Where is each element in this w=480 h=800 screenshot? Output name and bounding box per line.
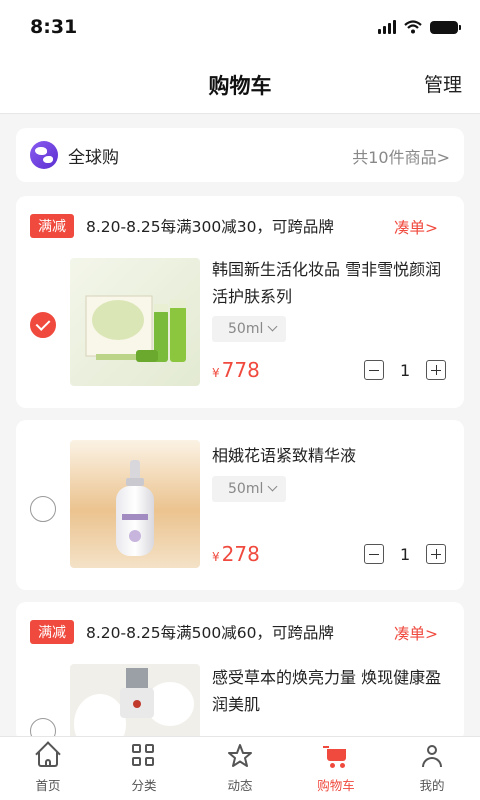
global-purchase-label: 全球购 — [68, 148, 119, 168]
decrease-button[interactable] — [364, 360, 384, 380]
page-title: 购物车 — [208, 74, 272, 98]
product-image[interactable] — [70, 664, 200, 742]
global-purchase-card[interactable]: 全球购 共10件商品> — [16, 128, 464, 182]
cart-item: 韩国新生活化妆品 雪非雪悦颜润活护肤系列 50ml ¥778 1 — [16, 258, 464, 388]
spec-selector[interactable]: 50ml — [212, 476, 287, 502]
tab-profile[interactable]: 我的 — [384, 737, 480, 800]
currency-symbol: ¥ — [212, 550, 220, 564]
cart-group: 满减 8.20-8.25每满500减60，可跨品牌 凑单> 感受草本的焕亮力量 … — [16, 602, 464, 742]
nav-bar: 购物车 管理 — [0, 56, 480, 114]
signal-icon — [378, 20, 396, 34]
wifi-icon — [404, 20, 422, 34]
promo-text: 8.20-8.25每满500减60，可跨品牌 — [86, 624, 334, 642]
tab-label: 分类 — [131, 778, 157, 793]
status-bar: 8:31 — [0, 0, 480, 56]
status-icons — [378, 20, 461, 34]
product-price: ¥778 — [212, 358, 260, 382]
promo-text: 8.20-8.25每满300减30，可跨品牌 — [86, 218, 334, 236]
chevron-down-icon — [267, 321, 278, 332]
quantity-stepper: 1 — [364, 544, 446, 564]
category-icon — [131, 743, 157, 769]
cart-icon — [323, 743, 349, 769]
increase-button[interactable] — [426, 360, 446, 380]
manage-button[interactable]: 管理 — [424, 70, 462, 97]
promo-badge: 满减 — [30, 620, 74, 644]
tab-label: 购物车 — [317, 778, 355, 793]
add-on-link[interactable]: 凑单> — [394, 216, 438, 238]
cart-group: 相娥花语紧致精华液 50ml ¥278 1 — [16, 420, 464, 590]
cart-item: 感受草本的焕亮力量 焕现健康盈润美肌 — [16, 664, 464, 742]
quantity-stepper: 1 — [364, 360, 446, 380]
price-value: 278 — [221, 542, 260, 566]
spec-selector[interactable]: 50ml — [212, 316, 287, 342]
price-value: 778 — [221, 358, 260, 382]
promo-badge: 满减 — [30, 214, 74, 238]
home-icon — [35, 741, 61, 769]
cart-item: 相娥花语紧致精华液 50ml ¥278 1 — [16, 440, 464, 570]
tab-label: 我的 — [419, 778, 445, 793]
item-checkbox[interactable] — [30, 312, 56, 338]
battery-icon — [430, 20, 461, 34]
status-time: 8:31 — [30, 16, 78, 38]
product-name[interactable]: 相娥花语紧致精华液 — [212, 442, 452, 469]
product-name[interactable]: 韩国新生活化妆品 雪非雪悦颜润活护肤系列 — [212, 256, 452, 310]
item-checkbox[interactable] — [30, 496, 56, 522]
promo-row: 满减 8.20-8.25每满300减30，可跨品牌 — [30, 214, 334, 238]
quantity-value: 1 — [400, 544, 411, 564]
currency-symbol: ¥ — [212, 366, 220, 380]
tab-label: 动态 — [227, 778, 253, 793]
globe-icon — [30, 141, 58, 169]
tab-bar: 首页 分类 动态 购物车 我的 — [0, 736, 480, 800]
increase-button[interactable] — [426, 544, 446, 564]
item-count-link[interactable]: 共10件商品> — [352, 144, 450, 168]
tab-feed[interactable]: 动态 — [192, 737, 288, 800]
product-price: ¥278 — [212, 542, 260, 566]
product-name[interactable]: 感受草本的焕亮力量 焕现健康盈润美肌 — [212, 664, 452, 718]
spec-value: 50ml — [228, 321, 264, 337]
product-image[interactable] — [70, 440, 200, 568]
tab-home[interactable]: 首页 — [0, 737, 96, 800]
promo-row: 满减 8.20-8.25每满500减60，可跨品牌 — [30, 620, 334, 644]
product-image[interactable] — [70, 258, 200, 386]
tab-cart[interactable]: 购物车 — [288, 737, 384, 800]
cart-group: 满减 8.20-8.25每满300减30，可跨品牌 凑单> 韩国新生活化妆品 雪… — [16, 196, 464, 408]
quantity-value: 1 — [400, 360, 411, 380]
decrease-button[interactable] — [364, 544, 384, 564]
chevron-down-icon — [267, 481, 278, 492]
star-icon — [227, 743, 253, 769]
tab-label: 首页 — [35, 778, 61, 793]
add-on-link[interactable]: 凑单> — [394, 622, 438, 644]
user-icon — [419, 743, 445, 769]
spec-value: 50ml — [228, 481, 264, 497]
tab-category[interactable]: 分类 — [96, 737, 192, 800]
